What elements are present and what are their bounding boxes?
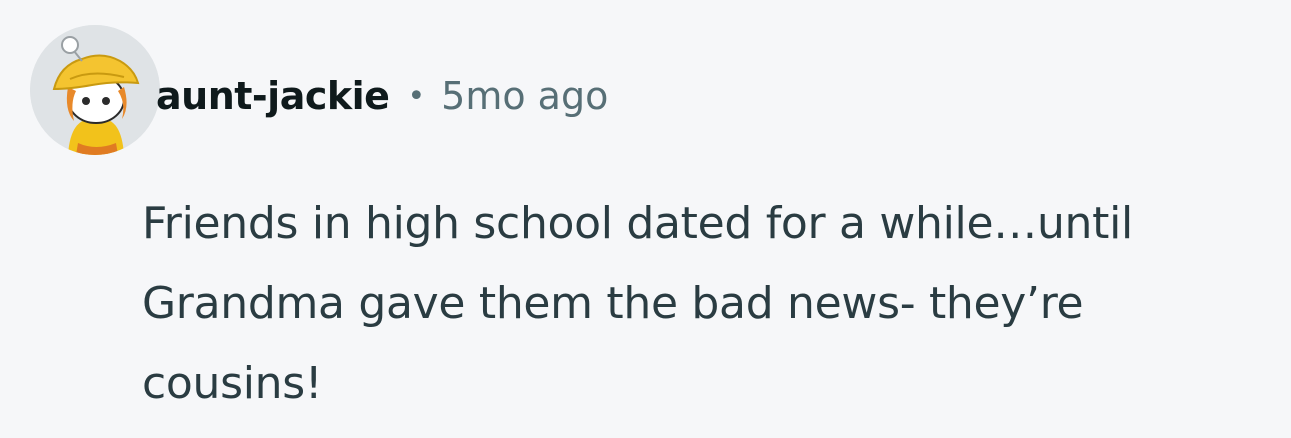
comment-body: Friends in high school dated for a while… — [142, 184, 1282, 424]
meta-separator: • — [407, 78, 426, 114]
comment: aunt-jackie • 5mo ago Friends in high sc… — [0, 0, 1291, 438]
snoo-avatar-icon — [30, 25, 160, 155]
comment-body-line: Grandma gave them the bad news- they’re — [142, 278, 1084, 329]
username-link[interactable]: aunt-jackie — [156, 74, 390, 118]
comment-meta: aunt-jackie • 5mo ago — [156, 66, 608, 126]
comment-timestamp[interactable]: 5mo ago — [441, 74, 608, 118]
comment-body-line: cousins! — [142, 358, 323, 409]
comment-body-line: Friends in high school dated for a while… — [142, 198, 1133, 249]
user-avatar[interactable] — [30, 25, 160, 155]
